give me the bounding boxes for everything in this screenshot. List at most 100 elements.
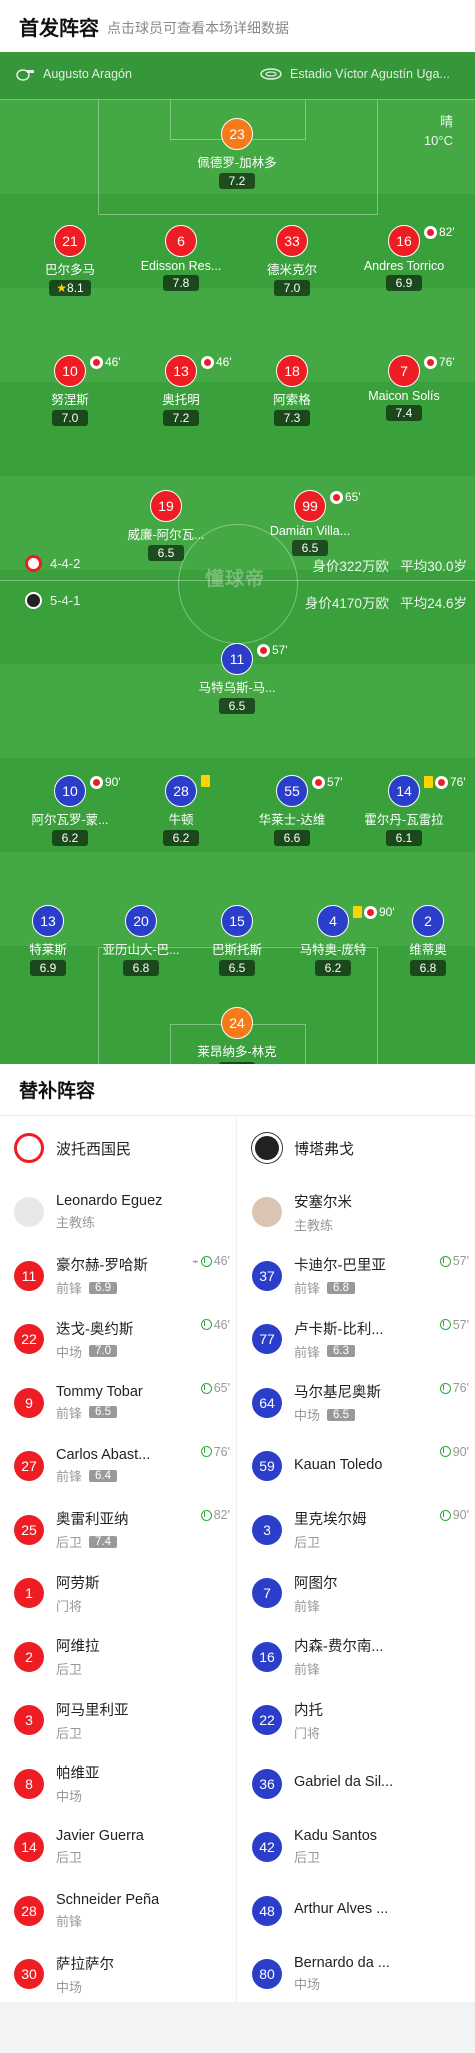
coach-avatar-icon [14, 1197, 44, 1227]
whistle-icon [16, 69, 34, 81]
substitute-name: 萨拉萨尔 [56, 1956, 114, 1973]
substitution-in-icon [200, 1382, 212, 1394]
substitution-in-icon [439, 1319, 451, 1330]
pitch-player[interactable]: 2 维蒂奥 6.8 [373, 905, 475, 977]
player-rating: ★8.1 [49, 280, 91, 296]
away-age-label: 平均24.6岁 [400, 596, 467, 611]
substitute-position: 前锋 [294, 1344, 321, 1360]
substitute-row[interactable]: 77 卢卡斯-比利... 前锋 6.3 57' [238, 1308, 475, 1372]
player-rating: 7.4 [386, 405, 422, 421]
substitute-row[interactable]: 1 阿劳斯 门将 [0, 1562, 236, 1626]
substitution-in-mark: 57' [439, 1254, 469, 1268]
substitute-name: 马尔基尼奥斯 [294, 1385, 381, 1402]
substitute-row[interactable]: 36 Gabriel da Sil... [238, 1752, 475, 1816]
substitute-row[interactable]: 8 帕维亚 中场 [0, 1752, 236, 1816]
substitute-row[interactable]: 25 奥雷利亚纳 后卫 7.4 82' [0, 1498, 236, 1562]
substitute-row[interactable]: 3 阿马里利亚 后卫 [0, 1689, 236, 1753]
substitute-name: 内森-费尔南... [294, 1639, 384, 1656]
substitute-number-badge: 59 [252, 1451, 282, 1482]
substitution-out-icon [257, 643, 270, 657]
substitute-row[interactable]: 11 豪尔赫-罗哈斯 前锋 6.9 ⌁ 46' [0, 1244, 236, 1308]
pitch-player[interactable]: 15 巴斯托斯 6.5 [182, 905, 292, 977]
substitution-out-icon [424, 225, 437, 239]
substitution-minute: 76' [439, 355, 455, 369]
substitute-number-badge: 1 [14, 1578, 44, 1609]
player-rating: 6.6 [274, 830, 310, 846]
substitute-row[interactable]: 22 迭戈-奥约斯 中场 7.0 46' [0, 1308, 236, 1372]
player-event-marks: 46' [90, 355, 121, 369]
pitch-player[interactable]: 10 90' 阿尔瓦罗-蒙... 6.2 [15, 775, 125, 847]
assist-boot-icon: ⌁ [192, 1255, 199, 1268]
substitute-number-badge: 7 [252, 1578, 282, 1609]
substitute-row[interactable]: 14 Javier Guerra 后卫 [0, 1816, 236, 1880]
home-coach-row[interactable]: Leonardo Eguez 主教练 [0, 1180, 236, 1244]
pitch-player[interactable]: 4 90' 马特奥-庞特 6.2 [278, 905, 395, 977]
substitute-name: 卢卡斯-比利... [294, 1321, 384, 1338]
substitute-row[interactable]: 2 阿维拉 后卫 [0, 1625, 236, 1689]
substitution-minute: 65' [213, 1381, 230, 1395]
pitch-player[interactable]: 28 牛顿 6.2 [126, 775, 236, 847]
substitute-row[interactable]: 59 Kauan Toledo 90' [238, 1435, 475, 1499]
pitch-player[interactable]: 11 57' 马特乌斯-马... 6.5 [182, 643, 292, 715]
substitution-minute: 46' [213, 1254, 230, 1268]
pitch-player[interactable]: 23 佩德罗-加林多 7.2 [182, 118, 292, 190]
pitch-player[interactable]: 10 46' 努涅斯 7.0 [15, 355, 125, 427]
player-number-badge: 2 [412, 905, 444, 937]
yellow-card-icon [201, 775, 210, 787]
pitch-player[interactable]: 21 巴尔多马 ★8.1 [15, 225, 125, 297]
substitute-row[interactable]: 42 Kadu Santos 后卫 [238, 1816, 475, 1880]
pitch-player[interactable]: 7 76' Maicon Solís 7.4 [349, 355, 459, 422]
home-team-row[interactable]: 波托西国民 [0, 1116, 236, 1180]
substitute-row[interactable]: 37 卡迪尔-巴里亚 前锋 6.8 57' [238, 1244, 475, 1308]
player-rating: 7.0 [52, 410, 88, 426]
stadium-info: Estadio Víctor Agustín Uga... [260, 67, 450, 81]
substitute-position: 后卫 [294, 1535, 321, 1551]
player-name: 威廉-阿尔瓦... [127, 528, 205, 542]
substitute-row[interactable]: 27 Carlos Abast... 前锋 6.4 76' [0, 1435, 236, 1499]
substitution-out-icon [312, 775, 325, 789]
substitution-in-icon [200, 1446, 212, 1457]
substitute-name: 阿图尔 [294, 1575, 338, 1592]
pitch-player[interactable]: 19 威廉-阿尔瓦... 6.5 [111, 490, 221, 562]
substitution-minute: 82' [439, 225, 455, 239]
substitute-meta: 中场 6.5 [294, 1405, 381, 1424]
away-team-row[interactable]: 博塔弗戈 [238, 1116, 475, 1180]
away-coach-row[interactable]: 安塞尔米 主教练 [238, 1180, 475, 1244]
substitution-in-mark: 65' [200, 1381, 230, 1395]
substitute-row[interactable]: 7 阿图尔 前锋 [238, 1562, 475, 1626]
substitute-row[interactable]: 48 Arthur Alves ... [238, 1879, 475, 1943]
substitution-out-icon [330, 490, 343, 504]
pitch-player[interactable]: 18 阿索格 7.3 [237, 355, 347, 427]
substitute-row[interactable]: 22 内托 门将 [238, 1689, 475, 1753]
substitute-position: 前锋 [294, 1662, 321, 1678]
substitute-rating: 7.4 [89, 1535, 118, 1548]
player-rating: 6.5 [292, 540, 328, 556]
pitch-player[interactable]: 13 46' 奥托明 7.2 [126, 355, 236, 427]
substitute-row[interactable]: 64 马尔基尼奥斯 中场 6.5 76' [238, 1371, 475, 1435]
player-number-badge: 99 [294, 490, 326, 522]
player-name: Edisson Res... [140, 259, 222, 273]
substitutes-title: 替补阵容 [0, 1064, 475, 1116]
player-rating: 6.2 [52, 830, 88, 846]
player-rating: 6.9 [386, 275, 422, 291]
substitution-in-mark: 82' [200, 1508, 230, 1522]
pitch-player[interactable]: 6 Edisson Res... 7.8 [126, 225, 236, 292]
player-number-badge: 11 [221, 643, 253, 675]
substitute-row[interactable]: 80 Bernardo da ... 中场 [238, 1943, 475, 2007]
pitch-player[interactable]: 33 德米克尔 7.0 [237, 225, 347, 297]
pitch-player[interactable]: 24莱昂纳多-林克6.0 [182, 1007, 292, 1064]
pitch-player[interactable]: 16 82' Andres Torrico 6.9 [349, 225, 459, 292]
substitute-row[interactable]: 28 Schneider Peña 前锋 [0, 1879, 236, 1943]
pitch-player[interactable]: 20 亚历山大-巴... 6.8 [86, 905, 196, 977]
player-number-badge: 10 [54, 355, 86, 387]
pitch-player[interactable]: 55 57' 华莱士-达维 6.6 [237, 775, 347, 847]
player-rating-value: 8.1 [67, 281, 84, 295]
substitute-row[interactable]: 16 内森-费尔南... 前锋 [238, 1625, 475, 1689]
pitch-player[interactable]: 14 76' 霍尔丹-瓦雷拉 6.1 [349, 775, 466, 847]
pitch-player[interactable]: 99 65' Damián Villa... 6.5 [255, 490, 365, 557]
substitute-row[interactable]: 9 Tommy Tobar 前锋 6.5 65' [0, 1371, 236, 1435]
substitute-row[interactable]: 30 萨拉萨尔 中场 [0, 1943, 236, 2007]
substitute-row[interactable]: 3 里克埃尔姆 后卫 90' [238, 1498, 475, 1562]
substitute-rating: 6.4 [89, 1469, 118, 1482]
substitute-position: 门将 [294, 1725, 321, 1741]
